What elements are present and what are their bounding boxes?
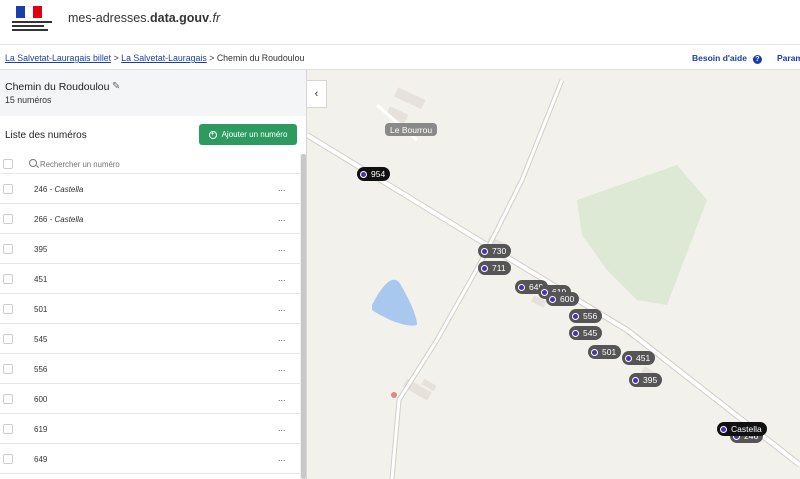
list-scrollbar[interactable] [300,154,306,479]
breadcrumb-link-commune[interactable]: La Salvetat-Lauragais [121,53,207,63]
row-menu-icon[interactable]: ... [278,333,286,343]
address-marker-451[interactable]: 451 [622,351,656,365]
row-checkbox[interactable] [3,454,13,464]
plus-circle-icon: + [208,130,217,139]
marker-dot-icon [360,170,367,178]
search-input[interactable] [40,160,240,169]
edit-pencil-icon[interactable]: ✎ [112,81,120,92]
row-checkbox[interactable] [3,364,13,374]
row-checkbox[interactable] [3,214,13,224]
marker-dot-icon [518,283,525,291]
table-row[interactable]: 619... [0,414,300,444]
row-checkbox[interactable] [3,334,13,344]
address-marker-545[interactable]: 545 [569,326,603,340]
address-marker-castella[interactable]: Castella [717,422,767,436]
search-icon [29,159,37,167]
address-marker-711[interactable]: 711 [478,261,511,275]
row-checkbox[interactable] [3,244,13,254]
add-number-button[interactable]: + Ajouter un numéro [199,124,297,145]
map-view[interactable]: Le Bourrou 954 730 711 649 619 600 556 5… [307,70,800,479]
table-row[interactable]: 649... [0,444,300,474]
address-marker-600[interactable]: 600 [546,292,580,306]
address-marker-501[interactable]: 501 [588,345,622,359]
row-number: 451 [34,275,48,284]
row-menu-icon[interactable]: ... [278,303,286,313]
row-checkbox[interactable] [3,394,13,404]
building [394,87,426,110]
row-menu-icon[interactable]: ... [278,183,286,193]
row-checkbox[interactable] [3,184,13,194]
row-number: 556 [34,365,48,374]
table-row[interactable]: 246 - Castella... [0,174,300,204]
breadcrumb-link-base[interactable]: La Salvetat-Lauragais billet [5,53,111,63]
marker-dot-icon [572,329,579,337]
address-marker-395[interactable]: 395 [629,373,663,387]
row-menu-icon[interactable]: ... [278,363,286,373]
help-icon: ? [752,55,762,64]
map-poi-icon [391,392,397,398]
table-row[interactable]: 451... [0,264,300,294]
row-checkbox[interactable] [3,304,13,314]
table-row[interactable]: 545... [0,324,300,354]
french-flag-icon [16,6,43,18]
row-number: 619 [34,425,48,434]
help-link[interactable]: Besoin d'aide? [692,53,762,64]
address-marker-730[interactable]: 730 [478,244,512,258]
row-number: 501 [34,305,48,314]
row-number: 600 [34,395,48,404]
list-title: Liste des numéros [5,130,87,141]
table-row[interactable]: 266 - Castella... [0,204,300,234]
search-row [0,154,300,174]
row-menu-icon[interactable]: ... [278,453,286,463]
row-menu-icon[interactable]: ... [278,423,286,433]
republique-francaise-logo[interactable] [12,6,58,38]
table-row[interactable]: 501... [0,294,300,324]
row-checkbox[interactable] [3,274,13,284]
site-name[interactable]: mes-adresses.data.gouv.fr [68,11,220,25]
table-row[interactable]: 556... [0,354,300,384]
address-marker-954[interactable]: 954 [357,167,391,181]
breadcrumb-current: Chemin du Roudoulou [216,53,305,63]
row-number: 395 [34,245,48,254]
voie-name: Chemin du Roudoulou [5,81,110,93]
marker-dot-icon [625,354,632,362]
row-checkbox[interactable] [3,424,13,434]
marker-dot-icon [481,247,488,255]
marker-dot-icon [481,264,488,272]
marker-dot-icon [632,376,639,384]
params-link[interactable]: Param [777,53,800,63]
breadcrumb-bar: La Salvetat-Lauragais billet > La Salvet… [0,45,800,70]
row-menu-icon[interactable]: ... [278,273,286,283]
row-menu-icon[interactable]: ... [278,213,286,223]
collapse-panel-button[interactable]: ‹ [307,80,327,108]
marker-dot-icon [591,348,598,356]
voie-header: Chemin du Roudoulou ✎ 15 numéros [0,70,306,116]
marker-dot-icon [572,312,579,320]
top-header: mes-adresses.data.gouv.fr [0,0,800,45]
address-marker-556[interactable]: 556 [569,309,603,323]
row-menu-icon[interactable]: ... [278,243,286,253]
place-label-le-bourrou: Le Bourrou [385,123,438,136]
chevron-left-icon: ‹ [314,88,319,100]
side-panel: Chemin du Roudoulou ✎ 15 numéros Liste d… [0,70,307,479]
numbers-table: 246 - Castella...266 - Castella...395...… [0,154,300,474]
row-menu-icon[interactable]: ... [278,393,286,403]
row-number: 545 [34,335,48,344]
marker-dot-icon [720,425,727,433]
marianne-text-mark [12,21,58,31]
scrollbar-thumb[interactable] [301,154,306,479]
table-row[interactable]: 600... [0,384,300,414]
select-all-checkbox[interactable] [3,159,13,169]
table-row[interactable]: 395... [0,234,300,264]
row-number: 266 - Castella [34,215,84,224]
water-pond [372,279,417,326]
voie-count: 15 numéros [5,95,52,105]
row-number: 649 [34,455,48,464]
map-base [307,79,800,479]
row-number: 246 - Castella [34,185,84,194]
park-area [577,165,707,305]
breadcrumb: La Salvetat-Lauragais billet > La Salvet… [5,53,305,63]
marker-dot-icon [549,295,556,303]
